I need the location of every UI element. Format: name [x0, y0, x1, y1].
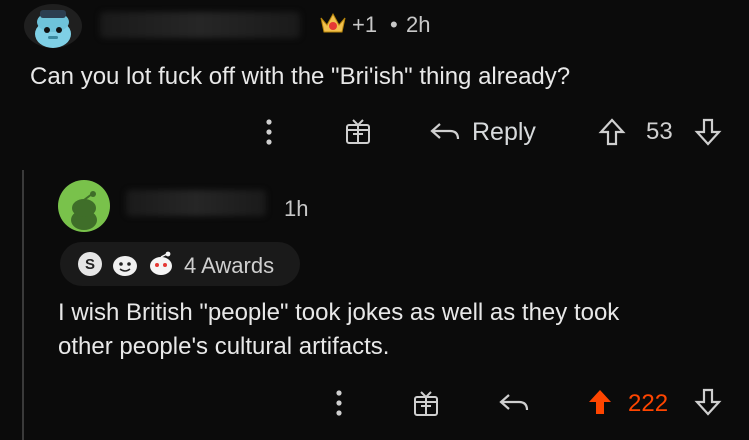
awards-label: 4 Awards — [184, 253, 275, 278]
upvote-button-active[interactable] — [584, 386, 616, 418]
helpful-award-icon — [146, 248, 176, 278]
upvote-arrow-icon — [589, 390, 611, 414]
ellipsis-vertical-icon — [266, 119, 272, 145]
user-avatar[interactable] — [58, 180, 110, 232]
comment-timestamp: 2h — [406, 12, 431, 37]
give-award-button[interactable] — [408, 386, 444, 422]
downvote-arrow-icon — [694, 118, 722, 146]
reply-button[interactable] — [496, 388, 532, 418]
reply-arrow-icon — [430, 123, 460, 140]
user-avatar[interactable] — [24, 4, 82, 48]
comment-body: Can you lot fuck off with the "Bri'ish" … — [30, 63, 571, 90]
award-crown-icon[interactable] — [318, 10, 348, 38]
reply-label: Reply — [472, 117, 536, 146]
silver-award-icon: S — [78, 252, 102, 276]
vote-count: 222 — [628, 390, 669, 417]
username-redacted[interactable] — [100, 12, 300, 38]
ellipsis-vertical-icon — [336, 390, 342, 416]
give-award-button[interactable] — [340, 114, 376, 150]
reply-arrow-icon — [499, 394, 529, 411]
downvote-arrow-icon — [694, 388, 722, 416]
thread-line[interactable] — [22, 170, 24, 440]
more-options-button[interactable] — [328, 386, 350, 420]
comment-body-line-1: I wish British "people" took jokes as we… — [58, 299, 620, 326]
upvote-arrow-icon — [598, 118, 626, 146]
comment-timestamp: 1h — [284, 196, 309, 221]
reply-button[interactable]: Reply — [428, 114, 548, 150]
upvote-button[interactable] — [596, 116, 628, 148]
vote-count: 53 — [646, 118, 673, 145]
downvote-button[interactable] — [692, 386, 724, 418]
comment-body-line-2: other people's cultural artifacts. — [58, 333, 390, 360]
snoo-avatar-icon — [35, 10, 71, 48]
more-options-button[interactable] — [258, 115, 280, 149]
downvote-button[interactable] — [692, 116, 724, 148]
wholesome-award-icon — [110, 250, 140, 278]
award-count: +1 — [352, 12, 378, 37]
meta-separator: • — [390, 12, 398, 37]
snoo-avatar-icon — [71, 191, 97, 230]
gift-icon — [346, 119, 370, 144]
gift-icon — [414, 391, 438, 416]
username-redacted[interactable] — [126, 190, 266, 216]
